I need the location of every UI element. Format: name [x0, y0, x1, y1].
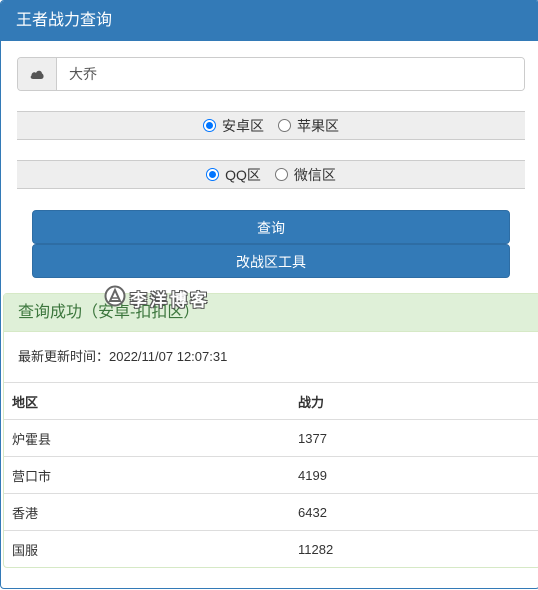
watermark-text: 李洋博客 [130, 291, 210, 310]
hero-search-group [17, 57, 525, 91]
radio-wechat[interactable]: 微信区 [274, 165, 336, 185]
radio-button[interactable] [278, 119, 291, 132]
table-row: 香港 6432 [4, 493, 538, 531]
radio-label: 微信区 [293, 166, 336, 183]
radio-qq[interactable]: QQ区 [206, 165, 261, 185]
table-row: 炉霍县 1377 [4, 419, 538, 457]
power-cell: 6432 [290, 493, 538, 531]
radio-label: 苹果区 [297, 117, 339, 134]
radio-button-checked[interactable] [203, 119, 216, 132]
radio-button[interactable] [274, 168, 288, 181]
account-radio-group: QQ区 微信区 [17, 160, 525, 189]
radio-android[interactable]: 安卓区 [203, 116, 264, 136]
radio-label: QQ区 [225, 166, 261, 183]
power-table: 地区 战力 炉霍县 1377 营口市 4199 香港 6432 国服 11282 [4, 382, 538, 568]
hero-name-input[interactable] [57, 58, 524, 90]
watermark-logo-icon [104, 285, 126, 312]
query-button[interactable]: 查询 [32, 210, 510, 244]
table-row: 国服 11282 [4, 530, 538, 568]
watermark: 李洋博客 [104, 285, 210, 312]
power-cell: 4199 [290, 456, 538, 494]
radio-label: 安卓区 [222, 117, 264, 134]
power-cell: 1377 [290, 419, 538, 457]
power-cell: 11282 [290, 530, 538, 568]
platform-radio-group: 安卓区 苹果区 [17, 111, 525, 140]
region-cell: 营口市 [4, 456, 290, 494]
panel-title: 王者战力查询 [1, 1, 538, 41]
radio-button-checked[interactable] [206, 168, 220, 181]
region-cell: 香港 [4, 493, 290, 531]
update-time: 最新更新时间：2022/11/07 12:07:31 [18, 349, 228, 364]
change-zone-tool-button[interactable]: 改战区工具 [32, 244, 510, 278]
result-title: 查询成功（安卓-扣扣区） [4, 294, 538, 332]
region-cell: 国服 [4, 530, 290, 568]
radio-ios[interactable]: 苹果区 [278, 116, 339, 136]
query-panel: 王者战力查询 安卓区 苹果区 QQ区 微信区 查询 改战区工具 查询成功（安卓-… [0, 0, 538, 589]
cloud-icon [18, 58, 57, 90]
table-row: 营口市 4199 [4, 456, 538, 494]
column-header-power: 战力 [290, 382, 538, 420]
region-cell: 炉霍县 [4, 419, 290, 457]
table-header-row: 地区 战力 [4, 382, 538, 420]
result-panel: 查询成功（安卓-扣扣区） 最新更新时间：2022/11/07 12:07:31 … [3, 293, 538, 568]
column-header-region: 地区 [4, 382, 290, 420]
